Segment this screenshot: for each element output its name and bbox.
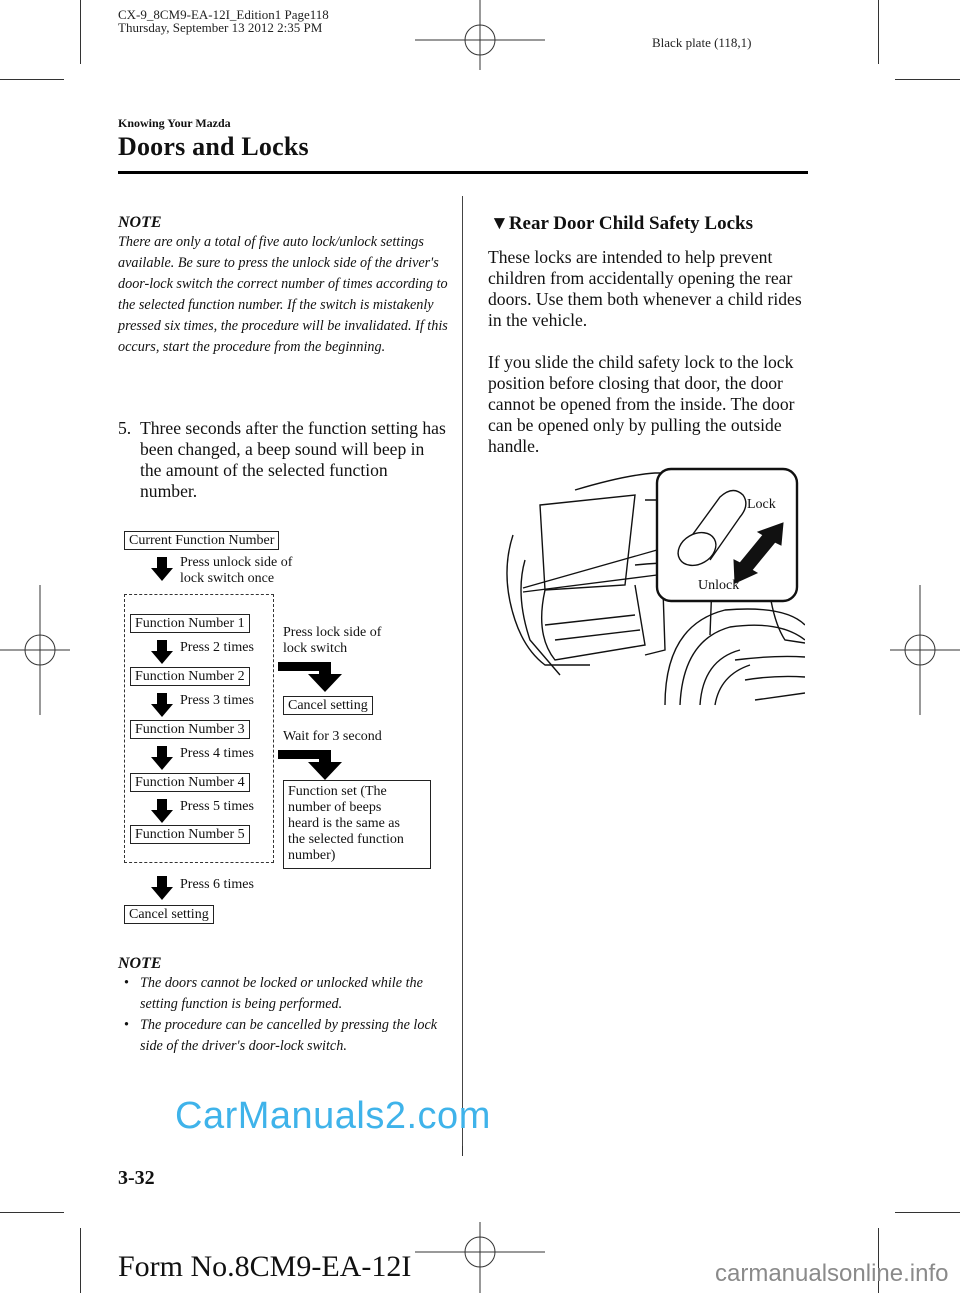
crop-mark xyxy=(895,1212,960,1213)
section-category: Knowing Your Mazda xyxy=(118,116,231,130)
registration-mark-top xyxy=(415,0,545,70)
cancel-setting-box: Cancel setting xyxy=(124,905,214,924)
down-arrow-icon xyxy=(151,876,173,900)
registration-mark-right xyxy=(890,585,960,715)
crop-mark xyxy=(0,79,64,80)
note-bullet: The procedure can be cancelled by pressi… xyxy=(118,1015,448,1057)
form-number: Form No.8CM9-EA-12I xyxy=(118,1250,412,1283)
unlock-label: Unlock xyxy=(698,578,739,593)
function-number-box: Function Number 1 xyxy=(130,614,250,633)
lock-side-label: Press lock side of xyxy=(283,625,382,640)
function-set-box: Function set (The number of beeps heard … xyxy=(283,780,431,869)
registration-mark-left xyxy=(0,585,70,715)
arrow-label: Press 5 times xyxy=(180,799,254,814)
function-number-box: Function Number 5 xyxy=(130,825,250,844)
step-5: 5. Three seconds after the function sett… xyxy=(118,418,448,502)
function-set-line: heard is the same as xyxy=(288,816,400,831)
watermark-carmanuals2: CarManuals2.com xyxy=(175,1095,491,1137)
function-set-line: the selected function xyxy=(288,832,404,847)
black-plate-label: Black plate (118,1) xyxy=(652,35,752,50)
arrow-label: Press 2 times xyxy=(180,640,254,655)
function-set-line: number) xyxy=(288,848,336,863)
function-number-box: Function Number 2 xyxy=(130,667,250,686)
down-arrow-icon xyxy=(151,640,173,664)
down-arrow-icon xyxy=(151,693,173,717)
watermark-carmanualsonline: carmanualsonline.info xyxy=(715,1260,949,1287)
note-heading: NOTE xyxy=(118,955,162,972)
arrow-label: lock switch once xyxy=(180,571,275,586)
print-header-meta: CX-9_8CM9-EA-12I_Edition1 Page118 Thursd… xyxy=(118,8,329,34)
function-set-line: Function set (The xyxy=(288,784,387,799)
current-function-box: Current Function Number xyxy=(124,531,280,550)
note-bullet: The doors cannot be locked or unlocked w… xyxy=(118,973,448,1015)
title-rule xyxy=(118,171,808,174)
bent-arrow-icon xyxy=(278,662,342,692)
paragraph: These locks are intended to help prevent… xyxy=(488,247,802,330)
paragraph: If you slide the child safety lock to th… xyxy=(488,352,795,456)
print-date-line: Thursday, September 13 2012 2:35 PM xyxy=(118,20,323,35)
arrow-label: Press 4 times xyxy=(180,746,254,761)
note-bullet-list: The doors cannot be locked or unlocked w… xyxy=(118,973,448,1057)
lock-side-label: lock switch xyxy=(283,641,348,656)
note-block-2: NOTE The doors cannot be locked or unloc… xyxy=(118,955,448,1057)
step-text: Three seconds after the function setting… xyxy=(140,418,446,501)
note-block-1: NOTE There are only a total of five auto… xyxy=(118,214,448,358)
bent-arrow-icon xyxy=(278,750,342,780)
note-heading: NOTE xyxy=(118,214,162,231)
crop-mark xyxy=(80,0,81,64)
down-arrow-icon xyxy=(151,557,173,581)
cancel-setting-box: Cancel setting xyxy=(283,696,373,715)
crop-mark xyxy=(895,79,960,80)
section-heading-text: Rear Door Child Safety Locks xyxy=(508,213,754,234)
arrow-label: Press 6 times xyxy=(180,877,254,892)
page-title: Doors and Locks xyxy=(118,132,309,161)
child-lock-illustration: Lock Unlock xyxy=(506,467,805,706)
function-set-line: number of beeps xyxy=(288,800,382,815)
lock-label: Lock xyxy=(747,497,776,512)
column-divider xyxy=(462,196,463,1146)
down-arrow-icon xyxy=(151,746,173,770)
triangle-marker-icon: ▼ xyxy=(490,213,509,234)
arrow-label: Press unlock side of xyxy=(180,555,293,570)
arrow-label: Press 3 times xyxy=(180,693,254,708)
crop-mark xyxy=(0,1212,64,1213)
note-text: There are only a total of five auto lock… xyxy=(118,234,448,355)
down-arrow-icon xyxy=(151,799,173,823)
registration-mark-bottom xyxy=(415,1222,545,1293)
function-number-box: Function Number 4 xyxy=(130,773,250,792)
wait-label: Wait for 3 second xyxy=(283,729,382,744)
crop-mark xyxy=(80,1228,81,1293)
page-number: 3-32 xyxy=(118,1167,155,1189)
step-number: 5. xyxy=(118,418,132,438)
crop-mark xyxy=(878,0,879,64)
function-number-box: Function Number 3 xyxy=(130,720,250,739)
section-heading: ▼Rear Door Child Safety Locks xyxy=(490,213,753,235)
